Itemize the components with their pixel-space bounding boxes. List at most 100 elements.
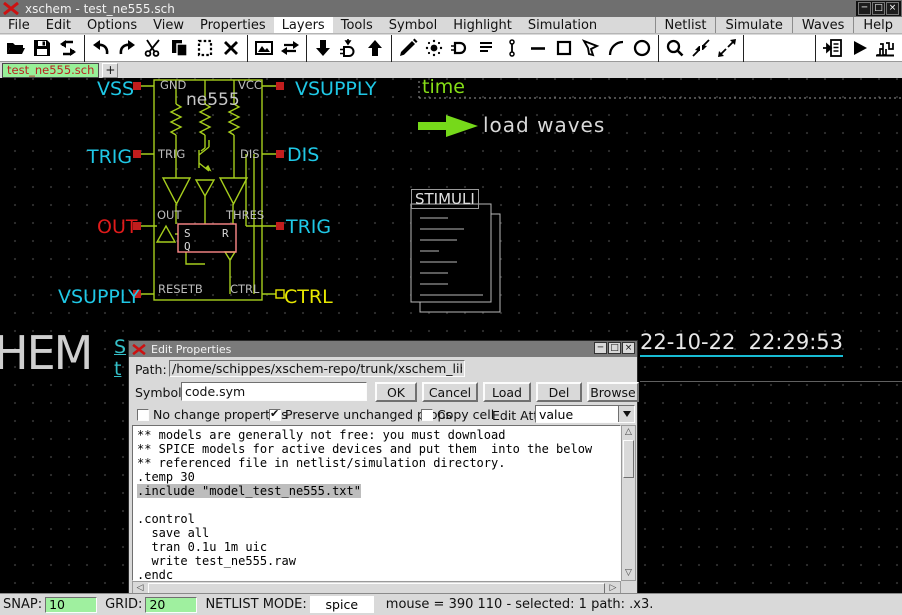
menu-view[interactable]: View [145,17,192,33]
vertical-scrollbar-thumb[interactable] [623,440,634,478]
menu-simulate[interactable]: Simulate [715,17,791,33]
search-icon[interactable] [662,36,688,60]
scroll-up-icon[interactable]: △ [622,426,635,439]
circle-icon[interactable] [629,36,655,60]
copy-icon[interactable] [166,36,192,60]
menu-layers[interactable]: Layers [274,17,333,33]
wire-icon[interactable] [499,36,525,60]
tab-test-ne555[interactable]: test_ne555.sch [2,63,99,78]
menu-help[interactable]: Help [853,17,902,33]
menu-simulation[interactable]: Simulation [520,17,605,33]
edit-attr-value[interactable] [536,406,618,422]
scroll-down-icon[interactable]: ▽ [622,567,635,580]
move-down-icon[interactable] [310,36,336,60]
net-label-vss[interactable]: VSS [97,78,134,100]
net-label-trig-left[interactable]: TRIG [87,146,132,168]
properties-text-editor[interactable]: ** models are generally not free: you mu… [132,425,621,581]
checkbox-box[interactable] [137,409,149,421]
path-field[interactable] [169,360,465,377]
rectangle-icon[interactable] [551,36,577,60]
draw-icon[interactable] [395,36,421,60]
menu-symbol[interactable]: Symbol [381,17,445,33]
stimuli-documents[interactable] [411,204,500,312]
code-line[interactable]: write test_ne555.raw [137,554,620,568]
arc-icon[interactable] [603,36,629,60]
menu-highlight[interactable]: Highlight [445,17,520,33]
code-line[interactable]: .control [137,512,620,526]
ok-button[interactable]: OK [375,382,417,402]
dialog-minimize-icon[interactable]: ─ [594,342,607,354]
close-icon[interactable]: × [886,2,899,15]
netlist-mode-value[interactable] [310,596,374,613]
symbol-input[interactable] [181,382,367,401]
load-button[interactable]: Load [483,382,531,402]
line-icon[interactable] [525,36,551,60]
swap-icon[interactable] [277,36,303,60]
ctrl-pin-highlighted[interactable] [276,290,284,298]
time-label[interactable]: time [422,78,465,98]
descend-icon[interactable] [336,36,362,60]
menu-file[interactable]: File [0,17,38,33]
code-line[interactable]: ** referenced file in netlist/simulation… [137,456,620,470]
menu-edit[interactable]: Edit [38,17,79,33]
edit-attr-combobox[interactable] [535,405,635,423]
menu-options[interactable]: Options [79,17,145,33]
menu-tools[interactable]: Tools [333,17,381,33]
net-label-out-selected[interactable]: OUT [97,216,137,238]
code-line[interactable]: save all [137,526,620,540]
checkbox-box[interactable]: ✔ [269,409,281,421]
stimuli-label[interactable]: STIMULI [411,189,479,209]
move-up-icon[interactable] [362,36,388,60]
del-button[interactable]: Del [536,382,582,402]
polygon-icon[interactable] [577,36,603,60]
light-icon[interactable] [421,36,447,60]
minimize-icon[interactable]: ─ [858,2,871,15]
load-waves-label[interactable]: load waves [483,113,605,137]
code-line[interactable] [137,498,620,512]
waves-icon[interactable] [872,36,898,60]
cut-icon[interactable] [140,36,166,60]
delete-icon[interactable] [218,36,244,60]
zoom-box-icon[interactable] [714,36,740,60]
cancel-button[interactable]: Cancel [422,382,478,402]
code-line[interactable]: tran 0.1u 1m uic [137,540,620,554]
dialog-maximize-icon[interactable]: □ [608,342,621,354]
dialog-close-icon[interactable]: × [622,342,635,354]
menu-properties[interactable]: Properties [192,17,274,33]
menu-netlist[interactable]: Netlist [655,17,716,33]
net-label-vsupply-top[interactable]: VSUPPLY [295,78,377,100]
reload-icon[interactable] [55,36,81,60]
menu-waves[interactable]: Waves [792,17,853,33]
vertical-scrollbar[interactable]: △ ▽ [621,425,636,581]
net-label-ctrl-highlighted[interactable]: CTRL [284,286,333,308]
open-icon[interactable] [3,36,29,60]
code-line[interactable]: .temp 30 [137,470,620,484]
simulate-icon[interactable] [846,36,872,60]
checkbox-box[interactable] [421,409,433,421]
net-label-vsupply-bottom[interactable]: VSUPPLY [58,286,140,308]
copy-cell-checkbox[interactable]: Copy cell [421,407,494,422]
net-label-trig-right[interactable]: TRIG [286,216,331,238]
grid-input[interactable] [145,597,197,613]
redo-icon[interactable] [114,36,140,60]
gate-icon[interactable] [447,36,473,60]
netlist-icon[interactable] [820,36,846,60]
window-titlebar[interactable]: xschem - test_ne555.sch ─ □ × [0,0,902,17]
chevron-down-icon[interactable] [618,406,634,422]
net-label-dis[interactable]: DIS [287,144,319,166]
horizontal-scrollbar-thumb[interactable] [148,583,605,594]
place-symbol-icon[interactable] [251,36,277,60]
no-change-properties-checkbox[interactable]: No change properties [137,407,288,422]
new-tab-button[interactable]: + [102,63,118,78]
maximize-icon[interactable]: □ [872,2,885,15]
text-icon[interactable] [473,36,499,60]
undo-icon[interactable] [88,36,114,60]
browse-button[interactable]: Browse [587,382,639,402]
code-line[interactable]: .endc [137,568,620,581]
dialog-titlebar[interactable]: Edit Properties ─ □ × [129,341,637,357]
code-line[interactable]: ** models are generally not free: you mu… [137,428,620,442]
save-icon[interactable] [29,36,55,60]
code-line-highlighted[interactable]: .include "model_test_ne555.txt" [137,484,361,498]
snap-input[interactable] [45,597,97,613]
load-waves-arrow-icon[interactable] [418,115,478,137]
